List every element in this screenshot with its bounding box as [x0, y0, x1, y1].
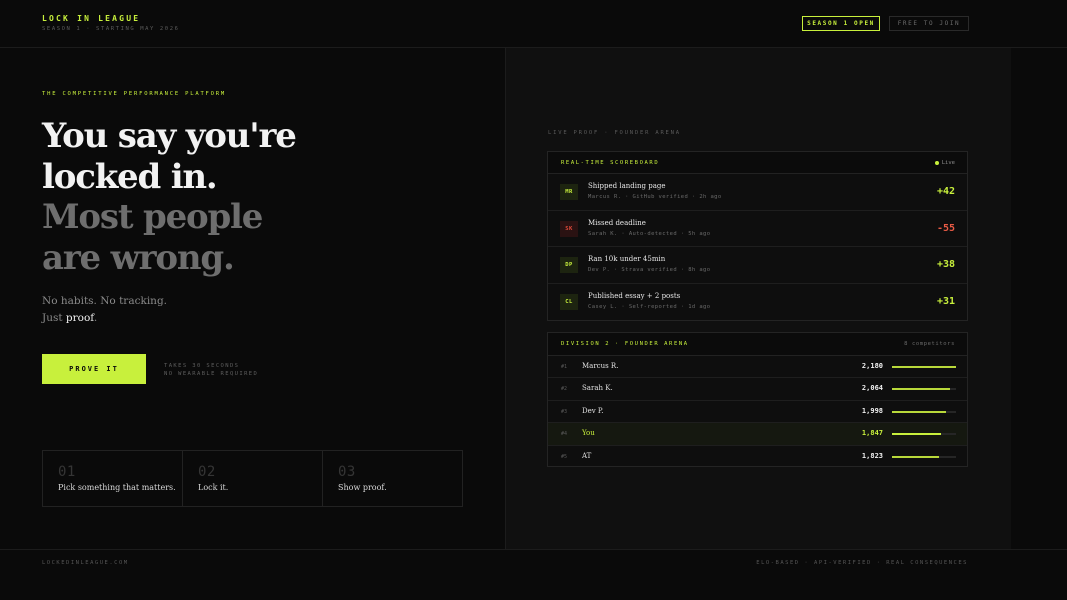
headline-line-1: You say you're: [42, 116, 297, 156]
footer-domain-link[interactable]: LOCKEDINLEAGUE.COM: [42, 560, 129, 566]
live-label: Live: [941, 160, 955, 166]
event-score: +38: [936, 259, 955, 270]
step-label: Lock it.: [198, 483, 229, 492]
leaderboard-row[interactable]: #2 Sarah K. 2,064: [548, 378, 967, 401]
hero-eyebrow: THE COMPETITIVE PERFORMANCE PLATFORM: [42, 91, 227, 97]
brand-title: LOCK IN LEAGUE: [42, 14, 141, 23]
progress-fill: [892, 433, 941, 436]
progress-track: [892, 455, 956, 458]
points: 2,180: [861, 362, 883, 370]
cta-note: TAKES 30 SECONDS NO WEARABLE REQUIRED: [164, 363, 258, 378]
hero-subtext: No habits. No tracking. Just proof.: [42, 293, 167, 327]
cta-note-line-1: TAKES 30 SECONDS: [164, 363, 240, 369]
right-gutter: [1011, 48, 1067, 550]
rank: #2: [561, 386, 568, 393]
top-header: LOCK IN LEAGUE SEASON 1 · STARTING MAY 2…: [0, 0, 1067, 48]
live-dot-icon: [934, 161, 939, 165]
live-indicator: Live: [934, 160, 955, 166]
division-card: DIVISION 2 · FOUNDER ARENA 8 competitors…: [547, 332, 968, 467]
competitor-name: You: [582, 429, 595, 438]
leaderboard-row[interactable]: #1 Marcus R. 2,180: [548, 356, 967, 379]
leaderboard-row[interactable]: #3 Dev P. 1,998: [548, 401, 967, 424]
progress-fill: [892, 366, 956, 368]
event-title: Published essay + 2 posts: [588, 291, 681, 300]
event-meta: Dev P. · Strava verified · 8h ago: [588, 267, 711, 273]
rank: #4: [561, 431, 568, 438]
free-to-join-badge: FREE TO JOIN: [889, 16, 969, 31]
subtext-suffix: .: [93, 312, 98, 324]
points: 1,823: [861, 451, 883, 460]
scoreboard-title: REAL-TIME SCOREBOARD: [561, 160, 660, 166]
step-1: 01 Pick something that matters.: [43, 451, 183, 506]
competitor-name: Sarah K.: [582, 384, 613, 393]
subtext-proof: proof: [65, 312, 94, 324]
scoreboard-card: REAL-TIME SCOREBOARD Live MR Shipped lan…: [547, 151, 968, 321]
scoreboard-header: REAL-TIME SCOREBOARD Live: [548, 152, 967, 174]
live-proof-caption: LIVE PROOF · FOUNDER ARENA: [548, 130, 681, 136]
scoreboard-row[interactable]: MR Shipped landing page Marcus R. · GitH…: [548, 174, 967, 211]
progress-fill: [892, 410, 947, 413]
step-2: 02 Lock it.: [183, 451, 323, 506]
progress-fill: [892, 388, 950, 391]
avatar: DP: [560, 257, 578, 273]
event-meta: Marcus R. · GitHub verified · 2h ago: [588, 194, 722, 200]
event-meta: Casey L. · Self-reported · 1d ago: [588, 303, 711, 310]
brand[interactable]: LOCK IN LEAGUE SEASON 1 · STARTING MAY 2…: [42, 14, 180, 32]
progress-fill: [892, 455, 940, 458]
step-label: Pick something that matters.: [58, 483, 176, 492]
avatar: MR: [560, 184, 578, 200]
event-title: Shipped landing page: [588, 182, 666, 190]
subtext-line-1: No habits. No tracking.: [42, 295, 168, 307]
steps-strip: 01 Pick something that matters. 02 Lock …: [42, 450, 463, 507]
competitor-name: Marcus R.: [582, 362, 619, 370]
event-title: Ran 10k under 45min: [588, 255, 666, 263]
points: 1,998: [861, 406, 883, 415]
progress-track: [892, 410, 956, 413]
points: 1,847: [861, 429, 883, 438]
subtext-line-2: Just proof.: [42, 310, 167, 327]
step-3: 03 Show proof.: [323, 451, 462, 506]
season-open-badge: SEASON 1 OPEN: [802, 16, 880, 31]
headline-line-2: locked in.: [42, 156, 218, 197]
footer-tagline: ELO-BASED · API-VERIFIED · REAL CONSEQUE…: [756, 560, 968, 566]
scoreboard-row[interactable]: CL Published essay + 2 posts Casey L. · …: [548, 284, 967, 321]
footer: LOCKEDINLEAGUE.COM ELO-BASED · API-VERIF…: [0, 549, 1067, 600]
competitor-name: Dev P.: [582, 406, 604, 415]
event-meta: Sarah K. · Auto-detected · 5h ago: [588, 230, 711, 237]
step-number: 02: [198, 464, 216, 480]
cta-note-line-2: NO WEARABLE REQUIRED: [164, 370, 259, 377]
leaderboard-row-you[interactable]: #4 You 1,847: [548, 423, 967, 446]
step-number: 01: [58, 464, 76, 480]
rank: #3: [561, 408, 568, 415]
subtext-prefix: Just: [42, 312, 66, 324]
division-title: DIVISION 2 · FOUNDER ARENA: [561, 341, 689, 347]
progress-track: [892, 433, 956, 436]
step-label: Show proof.: [338, 483, 387, 492]
event-title: Missed deadline: [588, 218, 646, 227]
scoreboard-row[interactable]: SK Missed deadline Sarah K. · Auto-detec…: [548, 211, 967, 247]
scoreboard-row[interactable]: DP Ran 10k under 45min Dev P. · Strava v…: [548, 247, 967, 284]
event-score: +31: [936, 295, 955, 307]
prove-it-button[interactable]: PROVE IT: [42, 354, 146, 384]
rank: #5: [561, 453, 568, 460]
headline-line-3: Most people: [42, 197, 263, 237]
avatar: SK: [560, 220, 578, 237]
leaderboard-row[interactable]: #5 AT 1,823: [548, 446, 967, 468]
hero-headline: You say you're locked in. Most people ar…: [42, 116, 297, 278]
avatar: CL: [560, 293, 578, 310]
progress-track: [892, 366, 956, 368]
headline-line-4: are wrong.: [42, 237, 235, 278]
brand-subtitle: SEASON 1 · STARTING MAY 2026: [42, 26, 180, 32]
rank: #1: [561, 364, 568, 370]
step-number: 03: [338, 464, 356, 480]
progress-track: [892, 388, 956, 391]
event-score: +42: [936, 186, 955, 197]
division-header: DIVISION 2 · FOUNDER ARENA 8 competitors: [548, 333, 967, 356]
points: 2,064: [861, 384, 883, 393]
event-score: -55: [936, 222, 955, 234]
competitor-name: AT: [582, 451, 592, 460]
competitor-count: 8 competitors: [904, 341, 955, 347]
